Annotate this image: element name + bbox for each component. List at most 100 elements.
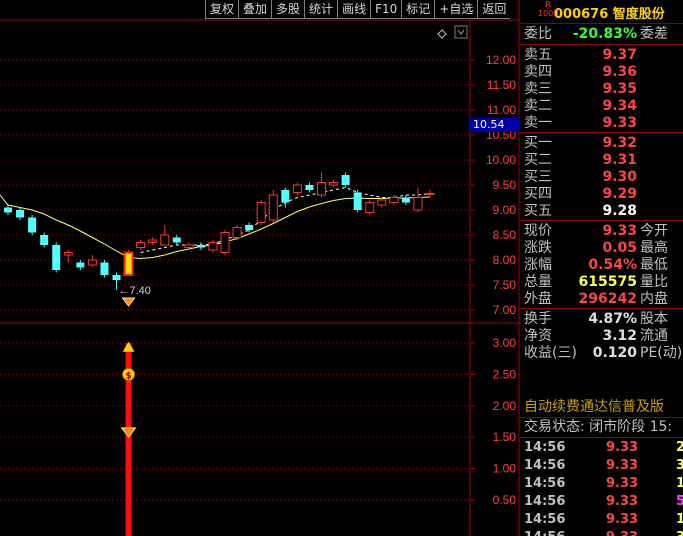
candle-body — [256, 202, 266, 223]
divider — [520, 44, 683, 45]
candle — [40, 232, 49, 248]
candle — [329, 180, 339, 188]
price-tick-label: 7.00 — [493, 303, 517, 317]
candle-body — [4, 207, 12, 213]
statistics-button[interactable]: 统计 — [304, 0, 338, 19]
divider — [520, 220, 683, 221]
candle-body — [305, 185, 314, 190]
kline-chart[interactable]: 12.0011.5011.0010.5010.009.509.008.508.0… — [0, 0, 520, 536]
price-tick-label: 7.50 — [493, 278, 517, 292]
candle — [208, 240, 218, 253]
candle-body — [208, 242, 218, 251]
stat-row: 涨幅 0.54% 最低 — [524, 257, 668, 273]
candle-body — [52, 245, 61, 270]
back-button[interactable]: 返回 — [477, 0, 511, 19]
candle — [16, 207, 25, 220]
tick-row: 14:56 9.33 1 — [524, 476, 683, 491]
stat-row: 涨跌 0.05 最高 — [524, 240, 668, 256]
renewal-banner[interactable]: 自动续费通达信普及版 — [520, 398, 683, 417]
tick-row: 14:56 9.33 5 — [524, 494, 683, 509]
candle — [100, 260, 109, 278]
candle — [292, 182, 302, 195]
candle-body — [76, 262, 85, 268]
stock-code-name[interactable]: 000676 智度股份 — [554, 3, 665, 22]
add-favorite-button[interactable]: +自选 — [434, 0, 478, 19]
divider — [520, 437, 683, 438]
candle-body — [148, 239, 158, 243]
candle — [256, 200, 266, 225]
candle-body — [136, 242, 146, 248]
price-tick-label: 8.50 — [493, 228, 517, 242]
tick-row: 14:569.333 — [520, 529, 683, 536]
candle — [172, 235, 181, 245]
indicator-tick-label: 2.00 — [493, 399, 517, 413]
bid-row: 买一 9.32 — [524, 135, 637, 151]
candle-body — [365, 202, 375, 213]
diamond-icon[interactable] — [437, 29, 447, 39]
bid-row: 买四 9.29 — [524, 186, 637, 202]
tick-row: 14:56 9.33 1 — [524, 512, 683, 527]
candle-body — [160, 234, 170, 246]
indicator-tick-label: 0.50 — [493, 493, 517, 507]
restore-rights-button[interactable]: 复权 — [205, 0, 239, 19]
price-tick-label: 10.00 — [486, 153, 516, 167]
tick-row: 14:569.333 — [524, 458, 683, 473]
overlay-button[interactable]: 叠加 — [238, 0, 272, 19]
candle-body — [353, 192, 362, 210]
candle-body — [28, 217, 37, 233]
candle — [160, 225, 170, 246]
candle-body — [377, 199, 387, 206]
mark-button[interactable]: 标记 — [401, 0, 435, 19]
candle-body — [401, 197, 410, 203]
trade-status: 交易状态: 闭市阶段 15: — [524, 419, 673, 435]
signal-candle — [123, 251, 134, 276]
f10-button[interactable]: F10 — [370, 0, 402, 19]
diamond-signal-icon — [121, 297, 136, 307]
candle — [316, 172, 326, 198]
candle — [268, 190, 278, 223]
ask-row: 卖一 9.33 — [524, 115, 637, 131]
candle-body — [100, 262, 109, 275]
bid-row: 买二 9.31 — [524, 152, 637, 168]
current-price-marker: 10.54 — [470, 118, 520, 132]
bid-row: 买五 9.28 — [524, 203, 637, 219]
candle — [148, 237, 158, 245]
quote-panel: R 1000 000676 智度股份 委比 -20.83% 委差 卖五 9.37 卖… — [520, 0, 683, 536]
price-tick-label: 8.00 — [493, 253, 517, 267]
candle-body — [413, 197, 423, 211]
candle-body — [184, 244, 194, 248]
candle-body — [196, 245, 205, 248]
indicator-tick-label: 2.50 — [493, 367, 517, 381]
candle — [413, 187, 423, 213]
candle — [425, 190, 435, 198]
ask-row: 卖四 9.36 — [524, 64, 637, 80]
draw-line-button[interactable]: 画线 — [337, 0, 371, 19]
divider — [520, 132, 683, 133]
diamond-signal-icon — [120, 427, 137, 438]
candle — [4, 205, 12, 215]
tick-row: 14:56 9.33 2 — [524, 440, 683, 455]
price-tick-label: 9.50 — [493, 178, 517, 192]
stat-row: 外盘 296242 内盘 — [524, 291, 668, 307]
candle-body — [16, 210, 25, 218]
candle-body — [232, 227, 242, 238]
candle — [52, 242, 61, 273]
candle-body — [292, 184, 302, 193]
ask-row: 卖二 9.34 — [524, 98, 637, 114]
candle-body — [389, 197, 399, 203]
candle — [353, 190, 362, 213]
multi-stock-button[interactable]: 多股 — [271, 0, 305, 19]
stat-row: 现价 9.33 今开 — [524, 223, 668, 239]
candle — [136, 240, 146, 250]
expand-icon[interactable] — [454, 25, 468, 39]
candle-body — [87, 259, 97, 266]
candle-body — [172, 237, 181, 243]
candle — [87, 255, 97, 268]
stat-row: 换手 4.87% 股本 — [524, 311, 668, 327]
toolbar: 复权 叠加 多股 统计 画线 F10 标记 +自选 返回 — [205, 0, 511, 20]
candle-body — [341, 175, 350, 185]
low-price-label: ←7.40 — [119, 285, 151, 297]
candle — [401, 195, 410, 205]
candle-body — [316, 182, 326, 196]
candle — [196, 242, 205, 250]
